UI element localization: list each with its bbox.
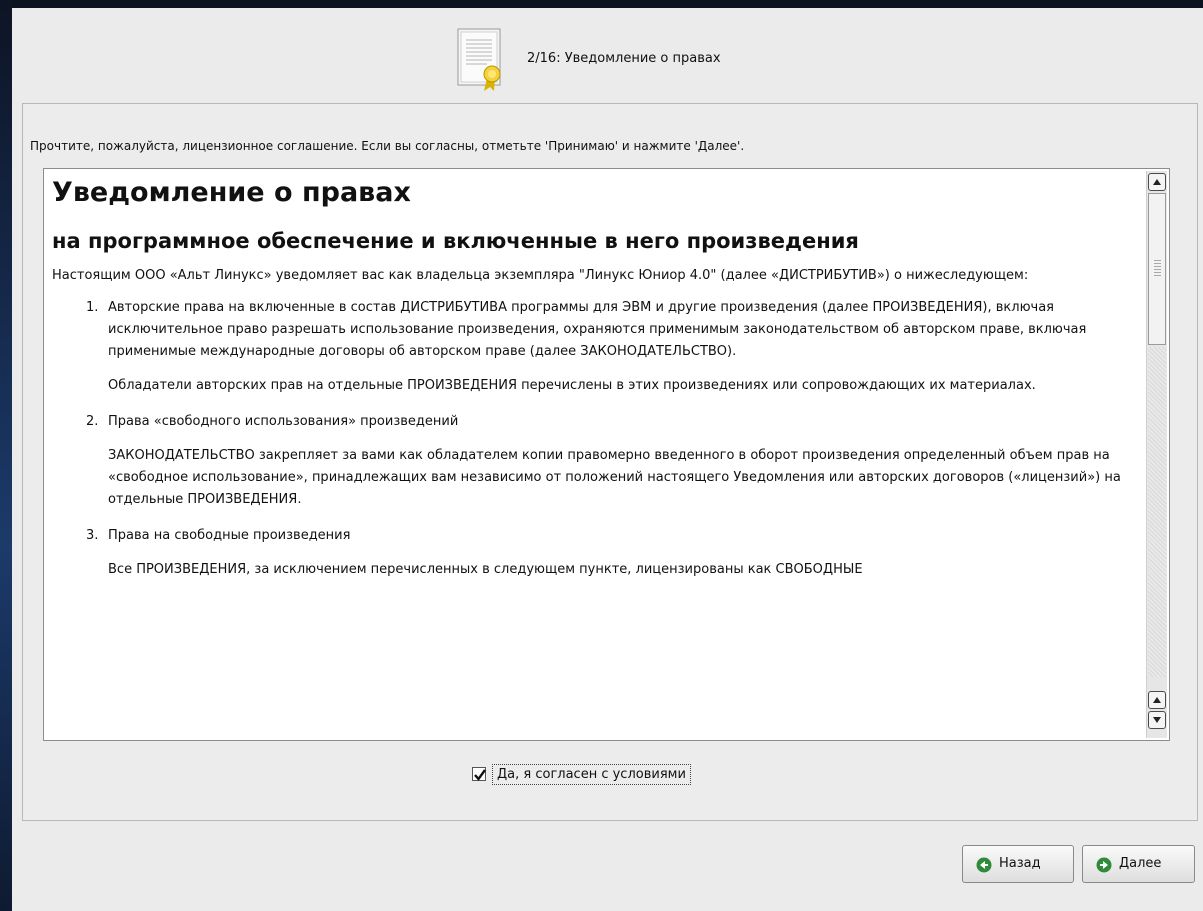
scroll-down-button[interactable] [1148, 711, 1166, 729]
license-item: 2. Права «свободного использования» прои… [52, 411, 1132, 511]
desktop-background [0, 0, 12, 911]
item-paragraph: Все ПРОИЗВЕДЕНИЯ, за исключением перечис… [108, 562, 863, 577]
agree-label[interactable]: Да, я согласен с условиями [492, 764, 691, 785]
vertical-scrollbar[interactable] [1146, 171, 1167, 738]
item-text: Права «свободного использования» произве… [108, 414, 459, 429]
scroll-grip [1154, 260, 1161, 276]
license-subtitle: на программное обеспечение и включенные … [52, 229, 859, 253]
arrow-up-icon [1153, 697, 1161, 703]
item-text: Права на свободные произведения [108, 528, 351, 543]
scroll-up-button[interactable] [1148, 173, 1166, 191]
certificate-document-icon [457, 28, 505, 92]
step-title: 2/16: Уведомление о правах [527, 51, 721, 66]
next-button[interactable]: Далее [1082, 845, 1195, 883]
license-item: 1. Авторские права на включенные в соста… [52, 297, 1132, 397]
scroll-trough[interactable] [1148, 347, 1166, 677]
license-text-view[interactable]: Уведомление о правах на программное обес… [43, 168, 1170, 741]
instruction-text: Прочтите, пожалуйста, лицензионное согла… [30, 139, 745, 153]
back-button[interactable]: Назад [962, 845, 1074, 883]
item-number: 3. [86, 528, 99, 543]
agree-checkbox[interactable] [472, 767, 486, 781]
next-button-label: Далее [1119, 856, 1162, 871]
license-item: 3. Права на свободные произведения Все П… [52, 525, 1132, 581]
license-text: Уведомление о правах на программное обес… [52, 169, 1132, 581]
back-button-label: Назад [999, 856, 1041, 871]
item-text: Авторские права на включенные в состав Д… [108, 300, 1087, 359]
license-title: Уведомление о правах [52, 177, 411, 208]
scroll-up-button-lower[interactable] [1148, 691, 1166, 709]
arrow-up-icon [1153, 179, 1161, 185]
item-paragraph: Обладатели авторских прав на отдельные П… [108, 378, 1036, 393]
item-number: 2. [86, 414, 99, 429]
scroll-thumb[interactable] [1148, 193, 1166, 345]
checkmark-icon [474, 769, 486, 781]
arrow-down-icon [1153, 717, 1161, 723]
item-number: 1. [86, 300, 99, 315]
arrow-right-circle-icon [1096, 857, 1112, 873]
license-intro: Настоящим ООО «Альт Линукс» уведомляет в… [52, 268, 1029, 283]
item-paragraph: ЗАКОНОДАТЕЛЬСТВО закрепляет за вами как … [108, 448, 1121, 507]
arrow-left-circle-icon [976, 857, 992, 873]
